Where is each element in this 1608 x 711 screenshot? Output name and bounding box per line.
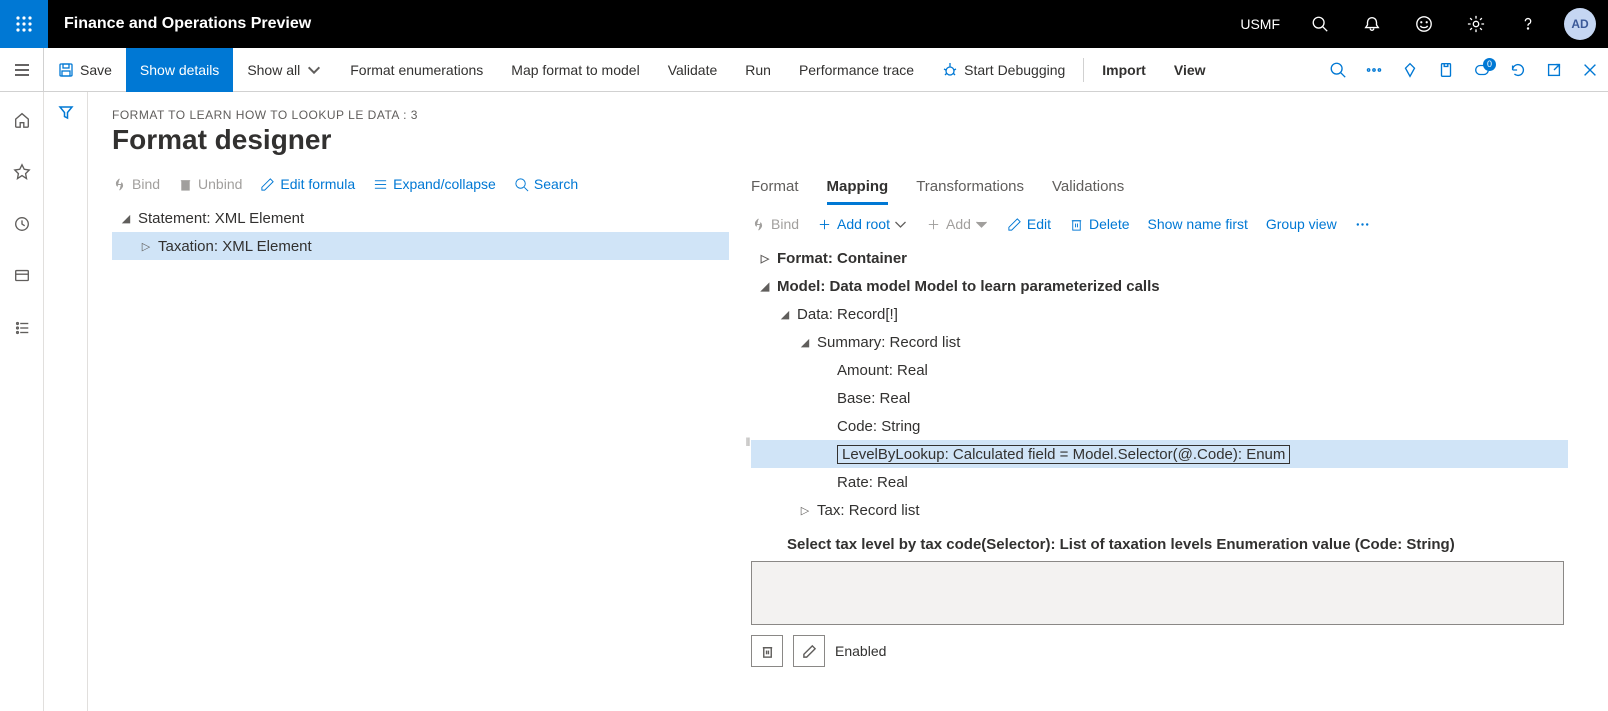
tab-format[interactable]: Format: [751, 172, 799, 205]
tree-row-format-container[interactable]: ▷ Format: Container: [751, 244, 1568, 272]
smile-icon[interactable]: [1408, 8, 1440, 40]
add-button: Add: [926, 216, 989, 232]
tree-row-code[interactable]: Code: String: [751, 412, 1568, 440]
bell-icon[interactable]: [1356, 8, 1388, 40]
run-button[interactable]: Run: [731, 48, 785, 92]
format-panel: Bind Unbind Edit formula Expand/collapse: [112, 172, 745, 711]
home-icon[interactable]: [6, 104, 38, 136]
company-code[interactable]: USMF: [1240, 16, 1280, 32]
tree-row-model[interactable]: ◢ Model: Data model Model to learn param…: [751, 272, 1568, 300]
tab-validations[interactable]: Validations: [1052, 172, 1124, 205]
tree-row-statement[interactable]: ◢ Statement: XML Element: [112, 204, 729, 232]
delete-button[interactable]: Delete: [1069, 216, 1129, 232]
show-details-button[interactable]: Show details: [126, 48, 233, 92]
filter-icon[interactable]: [58, 104, 74, 711]
tree-label: Statement: XML Element: [138, 210, 304, 227]
expand-collapse-button[interactable]: Expand/collapse: [373, 176, 496, 192]
avatar[interactable]: AD: [1564, 8, 1596, 40]
left-rail: [0, 92, 44, 711]
collapse-icon[interactable]: ◢: [797, 336, 813, 349]
app-title: Finance and Operations Preview: [64, 15, 311, 33]
group-view-button[interactable]: Group view: [1266, 216, 1337, 232]
hamburger-menu[interactable]: [0, 48, 44, 92]
save-button[interactable]: Save: [44, 48, 126, 92]
star-icon[interactable]: [6, 156, 38, 188]
tree-row-summary[interactable]: ◢ Summary: Record list: [751, 328, 1568, 356]
search-command-icon[interactable]: [1320, 48, 1356, 92]
show-name-first-button[interactable]: Show name first: [1148, 216, 1248, 232]
collapse-icon[interactable]: ◢: [757, 280, 773, 293]
modules-icon[interactable]: [6, 312, 38, 344]
mapping-tree: ▷ Format: Container ◢ Model: Data model …: [751, 244, 1568, 524]
diamond-icon[interactable]: [1392, 48, 1428, 92]
clock-icon[interactable]: [6, 208, 38, 240]
format-enumerations-button[interactable]: Format enumerations: [336, 48, 497, 92]
tree-row-rate[interactable]: Rate: Real: [751, 468, 1568, 496]
collapse-icon[interactable]: ◢: [777, 308, 793, 321]
performance-trace-button[interactable]: Performance trace: [785, 48, 928, 92]
tab-mapping[interactable]: Mapping: [827, 172, 889, 205]
app-launcher[interactable]: [0, 0, 48, 48]
attach-icon[interactable]: [1428, 48, 1464, 92]
workspace-icon[interactable]: [6, 260, 38, 292]
expand-icon[interactable]: ▷: [757, 252, 773, 265]
expand-icon[interactable]: ▷: [797, 504, 813, 517]
search-icon[interactable]: [1304, 8, 1336, 40]
edit-button[interactable]: Edit: [1007, 216, 1051, 232]
refresh-badge: 0: [1483, 58, 1496, 71]
bind-button-left: Bind: [112, 176, 160, 192]
tree-row-data-record[interactable]: ◢ Data: Record[!]: [751, 300, 1568, 328]
edit-formula-button[interactable]: Edit formula: [260, 176, 355, 192]
expand-icon[interactable]: ▷: [138, 240, 154, 253]
start-debugging-button[interactable]: Start Debugging: [928, 48, 1079, 92]
refresh-icon[interactable]: [1500, 48, 1536, 92]
collapse-icon[interactable]: ◢: [118, 212, 134, 225]
tree-label: Taxation: XML Element: [158, 238, 312, 255]
page-title: Format designer: [112, 124, 1584, 156]
show-all-label: Show all: [247, 62, 300, 78]
tree-row-levelbylookup[interactable]: LevelByLookup: Calculated field = Model.…: [751, 440, 1568, 468]
validate-button[interactable]: Validate: [654, 48, 732, 92]
tree-row-amount[interactable]: Amount: Real: [751, 356, 1568, 384]
import-button[interactable]: Import: [1088, 48, 1160, 92]
format-tree: ◢ Statement: XML Element ▷ Taxation: XML…: [112, 204, 729, 260]
separator: [1083, 58, 1084, 82]
help-icon[interactable]: [1512, 8, 1544, 40]
breadcrumb: FORMAT TO LEARN HOW TO LOOKUP LE DATA : …: [112, 108, 1584, 122]
delete-formula-button[interactable]: [751, 635, 783, 667]
tree-row-taxation[interactable]: ▷ Taxation: XML Element: [112, 232, 729, 260]
unbind-button: Unbind: [178, 176, 242, 192]
formula-textarea[interactable]: [751, 561, 1564, 625]
view-button[interactable]: View: [1160, 48, 1220, 92]
save-label: Save: [80, 62, 112, 78]
command-bar: Save Show details Show all Format enumer…: [0, 48, 1608, 92]
add-root-button[interactable]: Add root: [817, 216, 908, 232]
tree-row-tax[interactable]: ▷ Tax: Record list: [751, 496, 1568, 524]
search-button-left[interactable]: Search: [514, 176, 578, 192]
bind-button-right: Bind: [751, 216, 799, 232]
refresh-pill-icon[interactable]: 0: [1464, 48, 1500, 92]
more-icon[interactable]: [1356, 48, 1392, 92]
popout-icon[interactable]: [1536, 48, 1572, 92]
mapping-panel: Format Mapping Transformations Validatio…: [751, 172, 1584, 711]
filter-column: [44, 92, 88, 711]
tab-transformations[interactable]: Transformations: [916, 172, 1024, 205]
more-options-icon[interactable]: [1355, 217, 1370, 232]
show-details-label: Show details: [140, 62, 219, 78]
tree-row-base[interactable]: Base: Real: [751, 384, 1568, 412]
enabled-label: Enabled: [835, 643, 886, 659]
selector-description: Select tax level by tax code(Selector): …: [787, 536, 1568, 553]
edit-formula-mini-button[interactable]: [793, 635, 825, 667]
map-format-to-model-button[interactable]: Map format to model: [497, 48, 653, 92]
top-bar: Finance and Operations Preview USMF AD: [0, 0, 1608, 48]
show-all-button[interactable]: Show all: [233, 48, 336, 92]
close-icon[interactable]: [1572, 48, 1608, 92]
gear-icon[interactable]: [1460, 8, 1492, 40]
